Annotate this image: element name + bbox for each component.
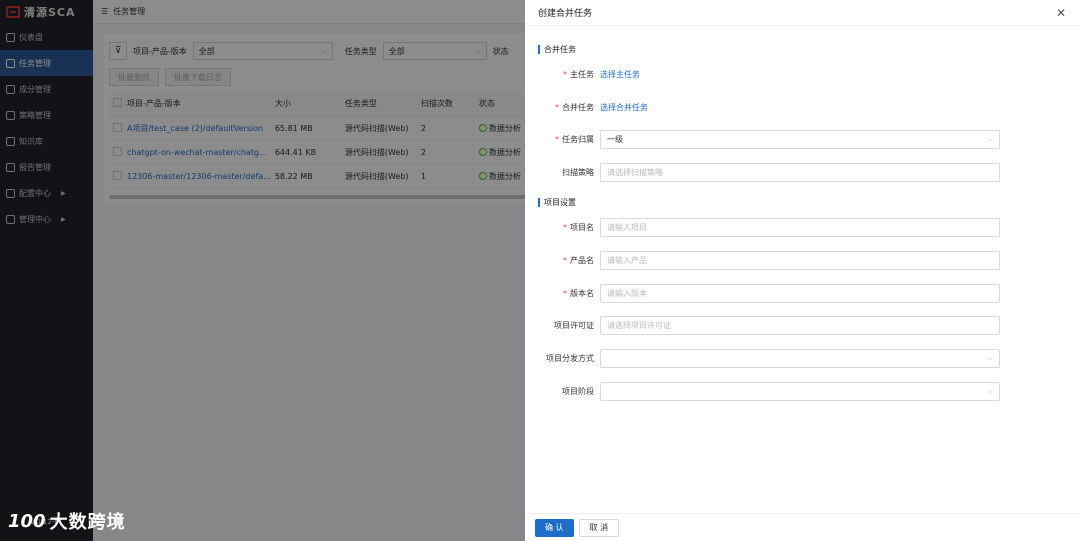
stage-row: 项目阶段 ⌵ [525, 381, 1000, 401]
section-marker [538, 198, 540, 207]
drawer-header: 创建合并任务 ✕ [525, 0, 1080, 26]
scan-strategy-select[interactable]: 请选择扫描策略 [600, 162, 1000, 182]
license-row: 项目许可证 请选择项目许可证 [525, 315, 1000, 335]
confirm-button[interactable]: 确 认 [535, 518, 574, 537]
stage-label: 项目阶段 [562, 386, 594, 396]
drawer-title: 创建合并任务 [538, 9, 593, 19]
watermark-text: 大数跨境 [49, 512, 126, 533]
project-license-select[interactable]: 请选择项目许可证 [600, 315, 1000, 335]
watermark: 100 大数跨境 [8, 508, 126, 534]
main-task-row: * 主任务 选择主任务 [525, 65, 640, 83]
task-belong-select[interactable]: 一级 ⌵ [600, 129, 1000, 149]
chevron-down-icon: ⌵ [987, 134, 993, 143]
product-row: * 产品名 请输入产品 [525, 250, 1000, 270]
watermark-logo: 100 [8, 510, 46, 532]
section-merge-task: 合并任务 [538, 44, 576, 55]
select-merge-task-link[interactable]: 选择合并任务 [600, 102, 648, 113]
version-name-input[interactable]: 请输入版本 [600, 283, 1000, 303]
section-title: 合并任务 [544, 45, 576, 54]
project-row: * 项目名 请输入项目 [525, 217, 1000, 237]
distribution-row: 项目分发方式 ⌵ [525, 348, 1000, 368]
drawer-footer: 确 认 取 消 [525, 513, 1080, 541]
chevron-down-icon: ⌵ [987, 353, 993, 362]
product-name-input[interactable]: 请输入产品 [600, 250, 1000, 270]
merge-task-row: * 合并任务 选择合并任务 [525, 98, 648, 116]
chevron-down-icon: ⌵ [987, 386, 993, 395]
belong-label: * 任务归属 [555, 134, 594, 144]
modal-mask[interactable] [0, 0, 525, 541]
belong-row: * 任务归属 一级 ⌵ [525, 129, 1000, 149]
distribution-label: 项目分发方式 [546, 353, 594, 363]
merge-task-label: * 合并任务 [555, 102, 594, 112]
project-label: * 项目名 [563, 222, 594, 232]
create-merge-task-drawer: 创建合并任务 ✕ 合并任务 * 主任务 选择主任务 * 合并任务 选择合并任务 * 任… [525, 0, 1080, 541]
strategy-row: 扫描策略 请选择扫描策略 [525, 162, 1000, 182]
version-row: * 版本名 请输入版本 [525, 283, 1000, 303]
close-icon[interactable]: ✕ [1056, 6, 1066, 20]
license-label: 项目许可证 [554, 320, 594, 330]
select-main-task-link[interactable]: 选择主任务 [600, 69, 640, 80]
section-marker [538, 45, 540, 54]
section-project-settings: 项目设置 [538, 197, 576, 208]
version-label: * 版本名 [563, 288, 594, 298]
product-label: * 产品名 [563, 255, 594, 265]
project-name-input[interactable]: 请输入项目 [600, 217, 1000, 237]
cancel-button[interactable]: 取 消 [578, 518, 620, 537]
strategy-label: 扫描策略 [562, 167, 594, 177]
main-task-label: * 主任务 [563, 69, 594, 79]
section-title: 项目设置 [544, 198, 576, 207]
project-stage-select[interactable]: ⌵ [600, 381, 1000, 401]
distribution-method-select[interactable]: ⌵ [600, 348, 1000, 368]
